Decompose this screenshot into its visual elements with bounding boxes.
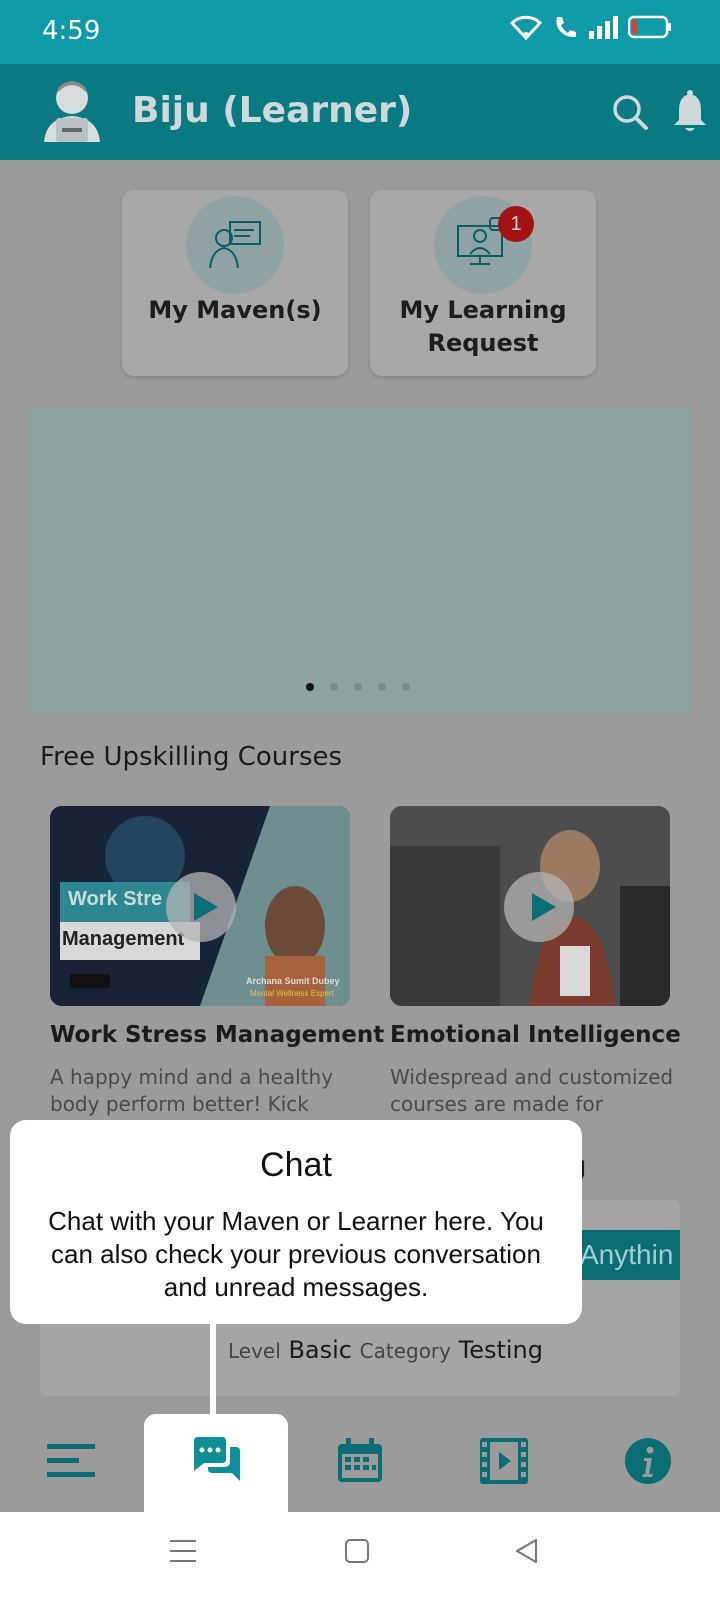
notification-badge: 1 <box>498 206 534 242</box>
menu-icon <box>47 1443 97 1483</box>
my-mavens-card[interactable]: My Maven(s) <box>122 190 348 376</box>
signal-icon <box>588 15 618 44</box>
category-label: Category <box>359 1339 451 1363</box>
course-tag: Anythin <box>580 1230 680 1280</box>
status-bar: 4:59 <box>0 0 720 64</box>
play-icon[interactable] <box>166 872 236 942</box>
course-thumbnail[interactable] <box>390 806 670 1006</box>
chat-icon <box>190 1436 242 1490</box>
app-header: Biju (Learner) <box>0 64 720 160</box>
course-title: Work Stress Management <box>50 1022 385 1048</box>
page-title: Biju (Learner) <box>132 90 413 131</box>
course-card-work-stress[interactable]: Work Stre Management Archana Sumit Dubey… <box>50 806 384 1143</box>
presenter-name: Archana Sumit Dubey <box>246 976 340 986</box>
call-icon <box>552 14 578 45</box>
thumbnail-text: Management <box>62 928 185 950</box>
category-value: Testing <box>458 1336 543 1364</box>
my-learning-request-label: My Learning Request <box>399 296 567 357</box>
tooltip-body: Chat with your Maven or Learner here. Yo… <box>48 1206 544 1302</box>
my-learning-request-card[interactable]: My Learning Request <box>370 190 596 376</box>
nav-calendar[interactable] <box>288 1414 432 1512</box>
calendar-icon <box>336 1437 384 1489</box>
status-time: 4:59 <box>42 16 101 46</box>
nav-chat[interactable] <box>144 1414 288 1512</box>
play-icon[interactable] <box>504 872 574 942</box>
avatar[interactable] <box>36 76 108 148</box>
wifi-icon <box>509 14 543 45</box>
back-button[interactable] <box>514 1538 540 1569</box>
info-icon <box>624 1437 672 1490</box>
carousel-dot[interactable] <box>354 683 362 691</box>
nav-menu[interactable] <box>0 1414 144 1512</box>
home-button[interactable] <box>344 1538 370 1569</box>
my-mavens-label: My Maven(s) <box>148 296 322 324</box>
nav-videos[interactable] <box>432 1414 576 1512</box>
section-title: Free Upskilling Courses <box>40 742 343 772</box>
mentor-icon <box>186 196 284 294</box>
thumbnail-text: Work Stre <box>68 888 163 910</box>
status-icons <box>509 14 672 45</box>
tooltip-title: Chat <box>260 1146 332 1184</box>
carousel-dot[interactable] <box>402 683 410 691</box>
promo-carousel[interactable] <box>28 408 692 714</box>
course-title: Emotional Intelligence <box>390 1022 681 1048</box>
level-label: Level <box>228 1339 281 1363</box>
course-card-emotional-intelligence[interactable]: Emotional Intelligence Widespread and cu… <box>390 806 681 1143</box>
search-icon[interactable] <box>610 92 650 132</box>
onboarding-tooltip: Chat Chat with your Maven or Learner her… <box>10 1120 582 1324</box>
tooltip-pointer <box>210 1324 216 1416</box>
level-value: Basic <box>288 1336 352 1364</box>
battery-icon <box>627 15 672 44</box>
video-icon <box>480 1437 528 1489</box>
carousel-dot[interactable] <box>330 683 338 691</box>
carousel-dot[interactable] <box>378 683 386 691</box>
carousel-dots <box>306 683 410 691</box>
recents-button[interactable] <box>170 1538 196 1569</box>
presenter-role: Mental Wellness Expert <box>250 989 334 998</box>
course-thumbnail[interactable]: Work Stre Management Archana Sumit Dubey… <box>50 806 350 1006</box>
carousel-dot[interactable] <box>306 683 314 691</box>
course-meta: Level Basic Category Testing <box>228 1336 543 1364</box>
bell-icon[interactable] <box>672 90 708 134</box>
nav-info[interactable] <box>576 1414 720 1512</box>
